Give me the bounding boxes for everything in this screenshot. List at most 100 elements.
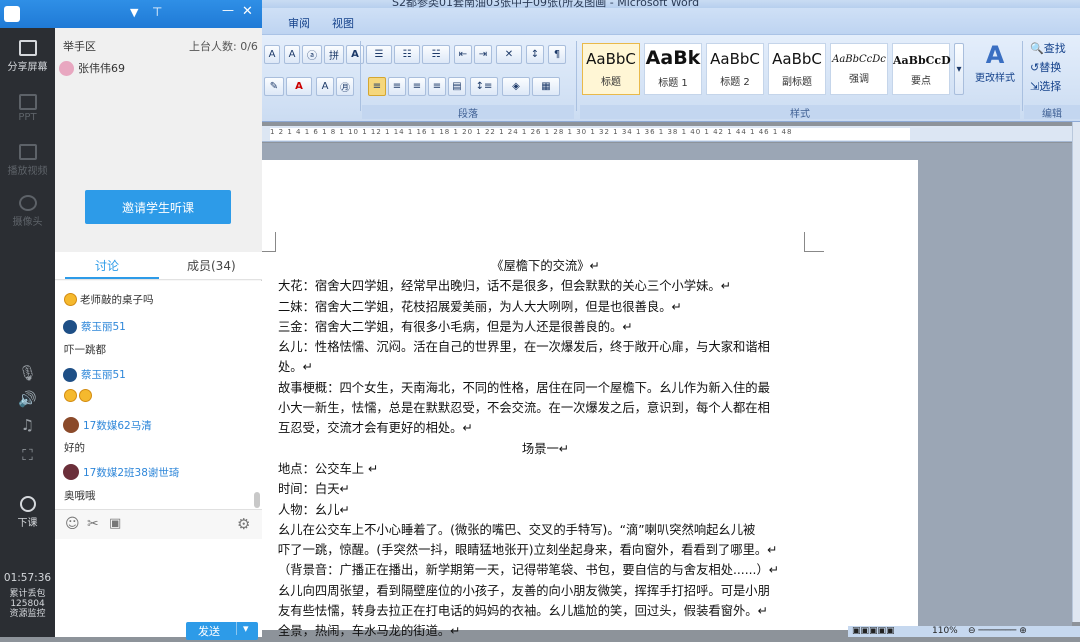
zoom-slider[interactable]: ⊖ ─────── ⊕	[968, 626, 1027, 636]
scissors-icon[interactable]: ✂	[87, 516, 99, 532]
power-icon	[19, 496, 36, 512]
tab-discussion[interactable]: 讨论	[95, 257, 119, 274]
document-line[interactable]: 《屋檐下的交流》↵	[278, 256, 813, 276]
char-border-button[interactable]: A	[346, 45, 364, 64]
vertical-scrollbar[interactable]	[1072, 122, 1080, 622]
end-class-button[interactable]: 下课	[0, 496, 55, 529]
shading-button[interactable]: ◈	[502, 77, 530, 96]
bullets-button[interactable]: ☰	[366, 45, 392, 64]
chat-message: 老师敲的桌子吗	[64, 292, 154, 307]
play-video-icon	[18, 144, 37, 160]
ruler-scale[interactable]: 1 2 1 4 1 6 1 8 1 10 1 12 1 14 1 16 1 18…	[270, 128, 910, 140]
phonetic-button[interactable]: 拼	[324, 45, 344, 64]
shrink-font-button[interactable]: A	[284, 45, 300, 64]
send-options-icon[interactable]: ▾	[236, 622, 249, 635]
microphone-icon[interactable]: 🎙	[0, 364, 55, 382]
document-line[interactable]: 全景，热闹，车水马龙的街道。↵	[278, 621, 813, 641]
pin-icon[interactable]: ⊤	[152, 5, 162, 19]
resource-monitor-link[interactable]: 资源监控	[0, 609, 55, 619]
justify-button[interactable]: ≡	[428, 77, 446, 96]
ppt-button[interactable]: PPT	[0, 94, 55, 123]
enclose-char-button[interactable]: ㊊	[336, 77, 354, 96]
style-subtitle[interactable]: AaBbC 副标题	[768, 43, 826, 95]
document-line[interactable]: 人物：幺儿↵	[278, 500, 813, 520]
document-line[interactable]: 互忍受，交流才会有更好的相处。↵	[278, 418, 813, 438]
replace-button[interactable]: ↺替换	[1030, 59, 1061, 75]
distribute-button[interactable]: ▤	[448, 77, 466, 96]
document-line[interactable]: 处。↵	[278, 357, 813, 377]
message-text: 奥哦哦	[64, 490, 96, 502]
style-heading-2[interactable]: AaBbC 标题 2	[706, 43, 764, 95]
style-emphasis[interactable]: AaBbCcDc 强调	[830, 43, 888, 95]
decrease-indent-button[interactable]: ⇤	[454, 45, 472, 64]
align-right-button[interactable]: ≡	[408, 77, 426, 96]
document-line[interactable]: 吓了一跳，惊醒。(手突然一抖，眼睛猛地张开)立刻坐起身来，看向窗外，看看到了哪里…	[278, 540, 813, 560]
document-line[interactable]: 故事梗概：四个女生，天南海北，不同的性格，居住在同一个屋檐下。幺儿作为新入住的最	[278, 378, 813, 398]
numbering-button[interactable]: ☷	[394, 45, 420, 64]
style-strong[interactable]: AaBbCcD 要点	[892, 43, 951, 95]
document-line[interactable]: 幺儿：性格怯懦、沉闷。活在自己的世界里，在一次爆发后，终于敞开心扉，与大家和谐相	[278, 337, 813, 357]
font-color-button[interactable]: A	[286, 77, 312, 96]
document-line[interactable]: 友有些怯懦，转身去拉正在打电话的妈妈的衣袖。幺儿尴尬的笑，回过头，假装看窗外。↵	[278, 601, 813, 621]
fullscreen-icon[interactable]: ⛶	[0, 446, 55, 464]
document-line[interactable]: （背景音：广播正在播出，新学期第一天，记得带笔袋、书包，要自信的与舍友相处...…	[278, 560, 813, 580]
style-label: 副标题	[782, 77, 812, 88]
share-screen-button[interactable]: 分享屏幕	[0, 40, 55, 73]
grow-font-button[interactable]: A	[264, 45, 280, 64]
document-line[interactable]: 时间：白天↵	[278, 479, 813, 499]
document-line[interactable]: 场景一↵	[278, 439, 813, 459]
find-button[interactable]: 🔍查找	[1030, 40, 1066, 56]
dropdown-icon[interactable]: ▼	[130, 6, 138, 19]
chat-toolbar: ☺ ✂ ▣ ⚙	[55, 509, 262, 539]
style-label: 标题 1	[658, 78, 688, 89]
document-text[interactable]: 《屋檐下的交流》↵ 大花：宿舍大四学姐，经常早出晚归，话不是很多，但会默默的关心三…	[278, 256, 813, 642]
change-styles-button[interactable]: A 更改样式	[970, 41, 1020, 84]
music-icon[interactable]: ♫	[0, 416, 55, 434]
tab-view[interactable]: 视图	[332, 15, 354, 31]
multilevel-list-button[interactable]: ☵	[422, 45, 450, 64]
speaker-icon[interactable]: 🔊	[0, 390, 55, 408]
highlight-button[interactable]: ✎	[264, 77, 284, 96]
zoom-level[interactable]: 110%	[932, 626, 958, 636]
settings-gear-icon[interactable]: ⚙	[237, 515, 250, 533]
style-heading-1[interactable]: AaBk 标题 1	[644, 43, 702, 95]
view-buttons[interactable]: ▣▣▣▣▣	[852, 626, 895, 636]
end-class-label: 下课	[17, 518, 38, 529]
sort-button[interactable]: ↕	[526, 45, 544, 64]
chat-scrollbar[interactable]	[254, 492, 260, 508]
document-line[interactable]: 幺儿在公交车上不小心睡着了。(微张的嘴巴、交叉的手特写)。“滴”喇叭突然响起幺儿…	[278, 520, 813, 540]
document-line[interactable]: 大花：宿舍大四学姐，经常早出晚归，话不是很多，但会默默的关心三个小学妹。↵	[278, 276, 813, 296]
send-button[interactable]: 发送 ▾	[186, 622, 258, 640]
clear-format-button[interactable]: ⓐ	[302, 45, 322, 64]
raised-student[interactable]: 张伟伟69	[59, 60, 125, 76]
play-video-button[interactable]: 播放视频	[0, 144, 55, 177]
class-timer: 01:57:36	[3, 572, 52, 584]
packet-loss-label: 累计丢包	[9, 589, 46, 599]
tab-members[interactable]: 成员(34)	[187, 257, 236, 274]
document-line[interactable]: 地点：公交车上 ↵	[278, 459, 813, 479]
image-icon[interactable]: ▣	[109, 516, 121, 531]
select-button[interactable]: ⇲选择	[1030, 78, 1061, 94]
align-left-button[interactable]: ≡	[368, 77, 386, 96]
chinese-layout-button[interactable]: ✕	[496, 45, 522, 64]
invite-students-button[interactable]: 邀请学生听课	[85, 190, 231, 224]
borders-button[interactable]: ▦	[532, 77, 560, 96]
char-shading-button[interactable]: A	[316, 77, 334, 96]
document-line[interactable]: 二妹：宿舍大二学姐，花枝招展爱美丽，为人大大咧咧，但是也很善良。↵	[278, 297, 813, 317]
document-line[interactable]: 小大一新生，怯懦，总是在默默忍受，不会交流。在一次爆发之后，意识到，每个人都在相	[278, 398, 813, 418]
camera-button[interactable]: 摄像头	[0, 195, 55, 228]
style-title[interactable]: AaBbC 标题	[582, 43, 640, 95]
divider	[360, 41, 361, 111]
emoji-picker-icon[interactable]: ☺	[65, 516, 80, 532]
document-line[interactable]: 三金：宿舍大二学姐，有很多小毛病，但是为人还是很善良的。↵	[278, 317, 813, 337]
show-marks-button[interactable]: ¶	[548, 45, 566, 64]
align-center-button[interactable]: ≡	[388, 77, 406, 96]
document-line[interactable]: 幺儿向四周张望，看到隔壁座位的小孩子，友善的向小朋友微笑，挥挥手打招呼。可是小朋	[278, 581, 813, 601]
close-icon[interactable]: ✕	[242, 4, 253, 19]
styles-scroll-button[interactable]: ▾	[954, 43, 964, 95]
line-spacing-button[interactable]: ↕≡	[470, 77, 498, 96]
tab-review[interactable]: 审阅	[288, 15, 310, 31]
increase-indent-button[interactable]: ⇥	[474, 45, 492, 64]
ribbon-tabs: 审阅 视图	[262, 8, 1080, 34]
minimize-icon[interactable]: —	[222, 3, 234, 17]
